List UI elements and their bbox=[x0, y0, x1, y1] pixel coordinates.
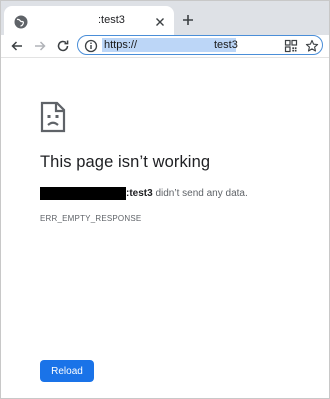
error-host: :test3 bbox=[126, 188, 153, 199]
browser-window: :test3 https:// test3 This page isn’t wo… bbox=[0, 0, 330, 399]
tab-title: :test3 bbox=[98, 14, 125, 26]
error-message: :test3 didn’t send any data. bbox=[40, 187, 248, 201]
sad-page-icon bbox=[39, 101, 67, 133]
forward-arrow-icon[interactable] bbox=[32, 38, 48, 54]
back-arrow-icon[interactable] bbox=[9, 38, 25, 54]
globe-icon bbox=[14, 14, 28, 29]
redacted-hostname bbox=[40, 187, 126, 200]
reload-icon[interactable] bbox=[55, 38, 71, 54]
toolbar: https:// test3 bbox=[1, 35, 329, 58]
close-icon[interactable] bbox=[153, 14, 167, 28]
reload-button[interactable]: Reload bbox=[40, 360, 94, 382]
error-message-text: didn’t send any data. bbox=[152, 188, 248, 199]
qr-code-icon[interactable] bbox=[284, 38, 298, 53]
star-icon[interactable] bbox=[305, 38, 319, 52]
error-title: This page isn’t working bbox=[40, 153, 211, 171]
new-tab-plus-icon[interactable] bbox=[181, 12, 195, 26]
url-scheme: https:// bbox=[104, 39, 138, 51]
error-code: ERR_EMPTY_RESPONSE bbox=[40, 214, 142, 223]
address-bar[interactable]: https:// test3 bbox=[77, 35, 323, 55]
info-icon[interactable] bbox=[84, 38, 98, 53]
active-tab[interactable]: :test3 bbox=[4, 6, 174, 35]
url-host: test3 bbox=[214, 39, 238, 51]
tab-strip: :test3 bbox=[1, 1, 329, 35]
